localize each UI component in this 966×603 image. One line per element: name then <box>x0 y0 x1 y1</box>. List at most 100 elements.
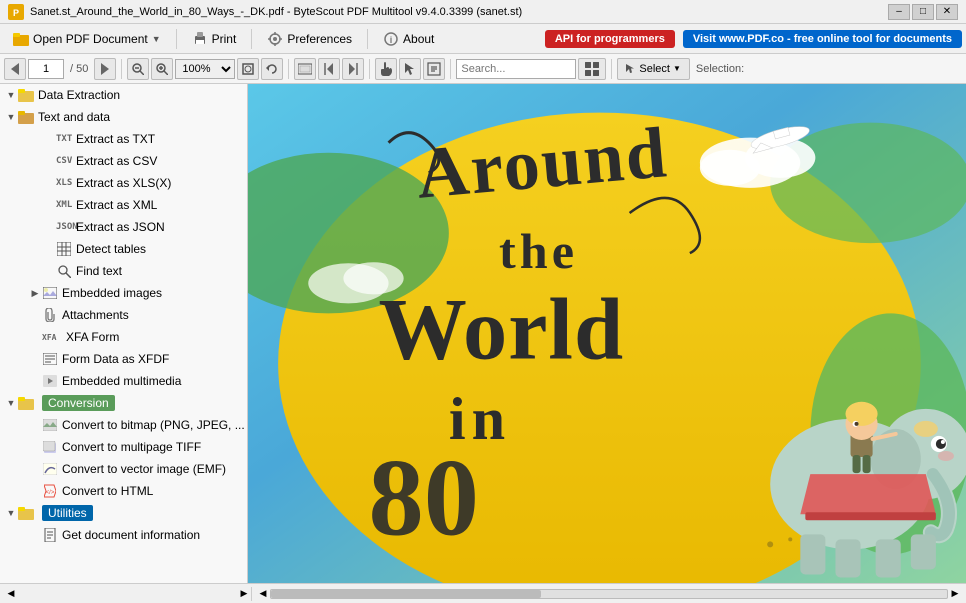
text-and-data-group[interactable]: ▼ Text and data <box>0 106 247 128</box>
nav-back-button[interactable] <box>4 58 26 80</box>
sidebar: ▼ Data Extraction ▼ Text and data TXT Ex… <box>0 84 248 583</box>
csv-type-label: CSV <box>56 156 76 166</box>
convert-emf-expander <box>28 462 42 476</box>
prev-page-button[interactable] <box>318 58 340 80</box>
attachments-item[interactable]: Attachments <box>0 304 247 326</box>
embedded-multimedia-icon <box>42 373 58 389</box>
conversion-group[interactable]: ▼ Conversion <box>0 392 247 414</box>
zoom-out-button[interactable] <box>127 58 149 80</box>
svg-text:</>: </> <box>46 490 55 496</box>
form-data-item[interactable]: Form Data as XFDF <box>0 348 247 370</box>
svg-text:World: World <box>379 281 625 379</box>
xfa-form-label: XFA Form <box>66 330 119 344</box>
select-mode-button[interactable]: Select ▼ <box>617 58 690 80</box>
fit-page-button[interactable] <box>237 58 259 80</box>
pdf-scroll-right-button[interactable]: ▶ <box>948 587 962 601</box>
status-bar-right: ◀ ▶ <box>256 587 962 601</box>
convert-html-expander <box>28 484 42 498</box>
pdf-scroll-left-button[interactable]: ◀ <box>256 587 270 601</box>
maximize-button[interactable]: □ <box>912 4 934 20</box>
preferences-menu-item[interactable]: Preferences <box>258 27 361 51</box>
search-input[interactable] <box>456 59 576 79</box>
utilities-folder-icon <box>18 505 34 521</box>
doc-info-label: Get document information <box>62 528 200 542</box>
visit-button[interactable]: Visit www.PDF.co - free online tool for … <box>683 30 962 48</box>
select-arrow-button[interactable] <box>399 58 421 80</box>
app-icon: P <box>8 4 24 20</box>
nav-forward-button[interactable] <box>94 58 116 80</box>
find-text-label: Find text <box>76 264 122 278</box>
open-pdf-menu-item[interactable]: Open PDF Document ▼ <box>4 27 170 51</box>
convert-emf-label: Convert to vector image (EMF) <box>62 462 226 476</box>
horizontal-scrollbar[interactable] <box>270 589 948 599</box>
extract-json-item[interactable]: JSON Extract as JSON <box>0 216 247 238</box>
data-extraction-group[interactable]: ▼ Data Extraction <box>0 84 247 106</box>
select-label: Select <box>639 63 670 75</box>
page-total-label: / 50 <box>66 63 92 75</box>
embedded-images-item[interactable]: ▶ Embedded images <box>0 282 247 304</box>
scroll-left-button[interactable]: ◀ <box>4 587 18 601</box>
doc-info-item[interactable]: Get document information <box>0 524 247 546</box>
refresh-button[interactable] <box>261 58 283 80</box>
scrollbar-thumb <box>271 590 541 598</box>
conversion-expander: ▼ <box>4 396 18 410</box>
svg-text:the: the <box>499 223 578 279</box>
extract-csv-expander <box>42 154 56 168</box>
extract-xml-expander <box>42 198 56 212</box>
menu-divider-1 <box>176 29 177 49</box>
xml-type-label: XML <box>56 200 76 210</box>
convert-html-item[interactable]: </> Convert to HTML <box>0 480 247 502</box>
page-number-input[interactable]: 1 <box>28 59 64 79</box>
form-data-label: Form Data as XFDF <box>62 352 169 366</box>
extract-json-label: Extract as JSON <box>76 220 165 234</box>
select-dropdown-icon: ▼ <box>673 64 681 73</box>
find-button[interactable] <box>578 58 606 80</box>
preferences-icon <box>267 31 283 47</box>
zoom-select[interactable]: 100% 75% 125% 150% <box>175 59 235 79</box>
attachments-label: Attachments <box>62 308 129 322</box>
minimize-button[interactable]: – <box>888 4 910 20</box>
toolbar-sep-3 <box>369 59 370 79</box>
main-layout: ▼ Data Extraction ▼ Text and data TXT Ex… <box>0 84 966 583</box>
print-menu-item[interactable]: Print <box>183 27 246 51</box>
xfa-form-item[interactable]: XFA XFA Form <box>0 326 247 348</box>
toolbar-sep-1 <box>121 59 122 79</box>
api-button[interactable]: API for programmers <box>545 30 675 48</box>
extract-csv-item[interactable]: CSV Extract as CSV <box>0 150 247 172</box>
about-label: About <box>403 32 434 46</box>
form-data-icon <box>42 351 58 367</box>
data-extraction-label: Data Extraction <box>38 88 120 102</box>
extract-xml-item[interactable]: XML Extract as XML <box>0 194 247 216</box>
embedded-images-icon <box>42 285 58 301</box>
find-text-item[interactable]: Find text <box>0 260 247 282</box>
zoom-in-button[interactable] <box>151 58 173 80</box>
print-icon <box>192 31 208 47</box>
conversion-badge: Conversion <box>42 395 115 411</box>
convert-emf-item[interactable]: Convert to vector image (EMF) <box>0 458 247 480</box>
fit-width-button[interactable] <box>294 58 316 80</box>
convert-emf-icon <box>42 461 58 477</box>
search-in-pdf-button[interactable] <box>423 58 445 80</box>
convert-bitmap-item[interactable]: Convert to bitmap (PNG, JPEG, ... <box>0 414 247 436</box>
selection-label: Selection: <box>692 63 748 75</box>
close-button[interactable]: ✕ <box>936 4 958 20</box>
xls-type-label: XLS <box>56 178 76 188</box>
extract-xls-expander <box>42 176 56 190</box>
convert-tiff-expander <box>28 440 42 454</box>
extract-csv-label: Extract as CSV <box>76 154 157 168</box>
utilities-badge: Utilities <box>42 505 93 521</box>
extract-txt-item[interactable]: TXT Extract as TXT <box>0 128 247 150</box>
detect-tables-item[interactable]: Detect tables <box>0 238 247 260</box>
convert-html-icon: </> <box>42 483 58 499</box>
scroll-right-button[interactable]: ▶ <box>237 587 251 601</box>
utilities-group[interactable]: ▼ Utilities <box>0 502 247 524</box>
detect-tables-label: Detect tables <box>76 242 146 256</box>
hand-tool-button[interactable] <box>375 58 397 80</box>
embedded-multimedia-item[interactable]: Embedded multimedia <box>0 370 247 392</box>
convert-tiff-item[interactable]: Convert to multipage TIFF <box>0 436 247 458</box>
about-menu-item[interactable]: i About <box>374 27 443 51</box>
next-page-button[interactable] <box>342 58 364 80</box>
extract-txt-expander <box>42 132 56 146</box>
menu-divider-3 <box>367 29 368 49</box>
extract-xls-item[interactable]: XLS Extract as XLS(X) <box>0 172 247 194</box>
